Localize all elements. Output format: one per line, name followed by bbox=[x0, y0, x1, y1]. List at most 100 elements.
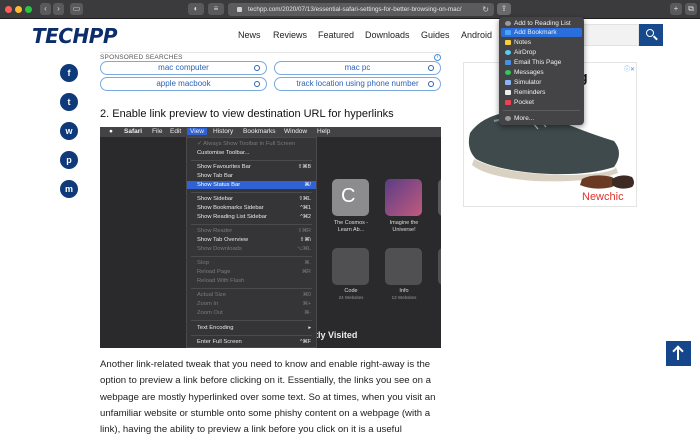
menu-separator bbox=[191, 192, 312, 193]
menu-separator bbox=[191, 335, 312, 336]
menu-item: Show Sidebar ⇧⌘L bbox=[197, 196, 311, 202]
share-simulator[interactable]: Simulator bbox=[501, 78, 582, 87]
tile-label: Imagine the Universe! bbox=[389, 220, 419, 233]
menu-separator bbox=[191, 160, 312, 161]
article-paragraph: Another link-related tweak that you need… bbox=[100, 359, 436, 434]
screenshot-menu-bookmarks: Bookmarks bbox=[243, 128, 276, 135]
share-pocket[interactable]: Pocket bbox=[501, 98, 582, 107]
share-reminders[interactable]: Reminders bbox=[501, 88, 582, 97]
article-screenshot: ● Safari File Edit View History Bookmark… bbox=[100, 127, 441, 348]
tile-info bbox=[385, 248, 422, 285]
menu-item: Show Favourites Bar ⇧⌘B bbox=[197, 164, 311, 170]
tab-overview-icon[interactable]: ⧉ bbox=[685, 3, 697, 15]
tile-label: Code bbox=[344, 288, 358, 294]
screenshot-menubar: ● Safari File Edit View History Bookmark… bbox=[100, 127, 441, 137]
screenshot-menu-help: Help bbox=[317, 128, 331, 135]
search-icon bbox=[254, 65, 260, 71]
zoom-window-button[interactable] bbox=[25, 6, 32, 13]
site-logo[interactable]: TECHPP bbox=[32, 24, 118, 48]
new-tab-icon[interactable]: + bbox=[670, 3, 682, 15]
share-notes[interactable]: Notes bbox=[501, 38, 582, 47]
tile-sub: 24 Websites bbox=[338, 295, 364, 300]
menu-item: Actual Size ⌘0 bbox=[197, 292, 311, 298]
menu-separator bbox=[191, 288, 312, 289]
messages-icon bbox=[505, 70, 511, 75]
menu-separator bbox=[191, 256, 312, 257]
search-button[interactable] bbox=[639, 24, 663, 46]
minimize-window-button[interactable] bbox=[15, 6, 22, 13]
screenshot-menu-safari: Safari bbox=[124, 128, 143, 135]
more-icon bbox=[505, 116, 511, 121]
back-icon[interactable]: ‹ bbox=[40, 3, 51, 15]
sponsored-link[interactable]: apple macbook bbox=[100, 77, 267, 91]
mail-icon bbox=[505, 60, 511, 65]
bookmark-icon bbox=[505, 30, 511, 35]
lock-icon bbox=[237, 7, 242, 12]
menu-item: Enter Full Screen ^⌘F bbox=[197, 339, 311, 345]
nav-android[interactable]: Android bbox=[461, 30, 492, 40]
address-text: techpp.com/2020/07/13/essential-safari-s… bbox=[248, 6, 462, 13]
screenshot-menu-file: File bbox=[152, 128, 163, 135]
telegram-icon[interactable]: p bbox=[60, 151, 78, 169]
share-add-bookmark[interactable]: Add Bookmark bbox=[501, 28, 582, 37]
menu-separator bbox=[191, 320, 312, 321]
screenshot-menu-window: Window bbox=[284, 128, 308, 135]
search-icon bbox=[254, 81, 260, 87]
nav-downloads[interactable]: Downloads bbox=[365, 30, 410, 40]
privacy-report-icon[interactable]: ◐ bbox=[188, 3, 204, 15]
share-messages[interactable]: Messages bbox=[501, 68, 582, 77]
twitter-icon[interactable]: t bbox=[60, 93, 78, 111]
nav-news[interactable]: News bbox=[238, 30, 261, 40]
ad-close-icon[interactable]: ⓘ✕ bbox=[624, 64, 635, 73]
share-more[interactable]: More... bbox=[501, 114, 582, 123]
menu-item: Stop ⌘. bbox=[197, 260, 311, 266]
facebook-icon[interactable]: f bbox=[60, 64, 78, 82]
tile-universe bbox=[385, 179, 422, 216]
forward-icon[interactable]: › bbox=[53, 3, 64, 15]
share-icon[interactable]: ⇪ bbox=[497, 3, 511, 15]
email-icon[interactable]: m bbox=[60, 180, 78, 198]
pocket-icon bbox=[505, 100, 511, 105]
nav-reviews[interactable]: Reviews bbox=[273, 30, 307, 40]
close-window-button[interactable] bbox=[5, 6, 12, 13]
screenshot-menu-edit: Edit bbox=[170, 128, 182, 135]
info-icon[interactable]: i bbox=[434, 54, 441, 61]
menu-item: Zoom In ⌘+ bbox=[197, 301, 311, 307]
menu-item: Reload Page ⌘R bbox=[197, 269, 311, 275]
menu-item: Customise Toolbar... bbox=[197, 150, 250, 156]
reader-icon[interactable]: ≡ bbox=[208, 3, 224, 15]
tile-label: The Cosmos - Learn Ab... bbox=[333, 220, 369, 233]
menu-item: Show Tab Overview ⇧⌘\ bbox=[197, 237, 311, 243]
search-icon bbox=[428, 65, 434, 71]
share-airdrop[interactable]: AirDrop bbox=[501, 48, 582, 57]
article-heading: 2. Enable link preview to view destinati… bbox=[100, 108, 394, 120]
menu-item: Text Encoding ▸ bbox=[197, 325, 311, 331]
nav-guides[interactable]: Guides bbox=[421, 30, 450, 40]
sponsored-link[interactable]: mac pc bbox=[274, 61, 441, 75]
notes-icon bbox=[505, 40, 511, 45]
menu-item: ✓ Always Show Toolbar in Full Screen bbox=[197, 141, 296, 147]
nav-featured[interactable]: Featured bbox=[318, 30, 354, 40]
menu-item-show-status-bar: Show Status Bar ⌘/ bbox=[187, 181, 316, 189]
back-to-top-button[interactable] bbox=[666, 341, 691, 366]
share-email-page[interactable]: Email This Page bbox=[501, 58, 582, 67]
tile-sub: 13 Websites bbox=[391, 295, 417, 300]
screenshot-bg-subtitle: tly Visited bbox=[315, 330, 358, 340]
sponsored-link[interactable]: mac computer bbox=[100, 61, 267, 75]
sidebar-toggle-icon[interactable]: ▭ bbox=[70, 3, 83, 15]
airdrop-icon bbox=[505, 50, 511, 55]
search-icon bbox=[428, 81, 434, 87]
menu-item: Show Tab Bar bbox=[197, 173, 233, 179]
tile-cosmos: C bbox=[332, 179, 369, 216]
share-add-to-reading-list[interactable]: Add to Reading List bbox=[501, 19, 582, 28]
menu-separator bbox=[191, 224, 312, 225]
site-search-input[interactable] bbox=[583, 24, 639, 46]
screenshot-menu-history: History bbox=[213, 128, 234, 135]
address-bar[interactable]: techpp.com/2020/07/13/essential-safari-s… bbox=[228, 3, 494, 16]
view-menu-dropdown: ✓ Always Show Toolbar in Full Screen Cus… bbox=[186, 137, 317, 348]
sponsored-link[interactable]: track location using phone number bbox=[274, 77, 441, 91]
menu-item: Show Downloads ⌥⌘L bbox=[197, 246, 311, 252]
whatsapp-icon[interactable]: w bbox=[60, 122, 78, 140]
reload-icon[interactable]: ↻ bbox=[482, 3, 489, 16]
share-menu: Add to Reading List Add Bookmark Notes A… bbox=[499, 17, 584, 125]
